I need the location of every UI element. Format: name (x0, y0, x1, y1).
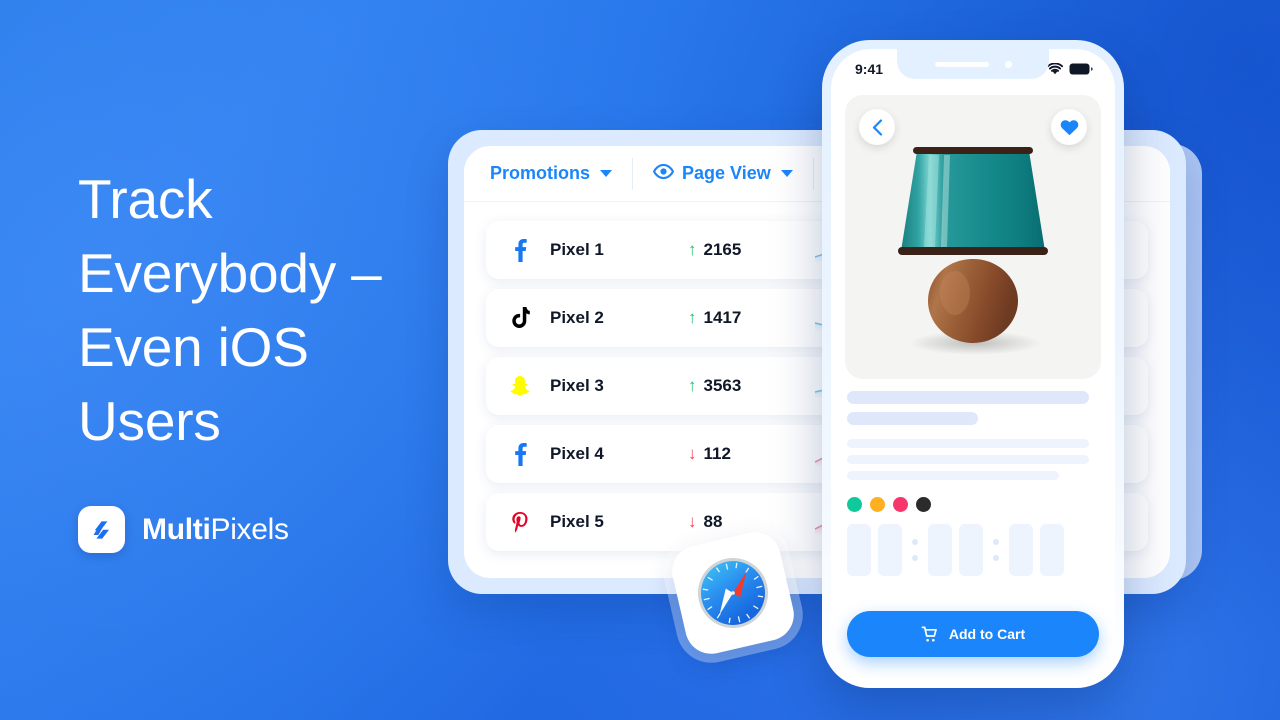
pixel-metric: ↑ 2165 (688, 240, 796, 260)
hero-section: Track Everybody – Even iOS Users (78, 162, 498, 458)
pixel-name: Pixel 3 (550, 376, 604, 395)
wifi-icon (1047, 63, 1063, 75)
brand-name-bold: Multi (142, 512, 211, 546)
multipixels-logo-icon (78, 506, 125, 553)
snapchat-icon (508, 375, 532, 397)
trend-up-icon: ↑ (688, 376, 697, 395)
favorite-button[interactable] (1051, 109, 1087, 145)
pixel-value: 112 (703, 444, 731, 463)
cart-icon (921, 626, 937, 641)
chevron-down-icon (780, 170, 793, 177)
teal-table-lamp-illustration (898, 147, 1048, 355)
toolbar-page-view-dropdown[interactable]: Page View (633, 157, 814, 190)
color-swatch-list (831, 487, 1115, 512)
front-camera-icon (1004, 60, 1012, 68)
skeleton-text-bar (847, 455, 1089, 464)
pixel-value: 88 (703, 512, 723, 531)
pixel-name: Pixel 5 (550, 512, 604, 531)
pixel-value: 3563 (703, 376, 742, 395)
chevron-down-icon (600, 170, 613, 177)
size-option[interactable] (959, 524, 983, 576)
back-button[interactable] (859, 109, 895, 145)
status-time: 9:41 (855, 61, 884, 77)
pixel-name: Pixel 1 (550, 240, 604, 259)
brand-name-light: Pixels (210, 512, 289, 546)
eye-icon (653, 163, 675, 184)
phone-mockup: 9:41 Add to Cart (822, 40, 1124, 688)
trend-down-icon: ↓ (688, 512, 697, 531)
product-details-skeleton (831, 379, 1115, 480)
pinterest-icon (508, 511, 532, 533)
brand-name: MultiPixels (142, 513, 289, 547)
option-separator-dots (909, 539, 921, 561)
pixel-name: Pixel 4 (550, 444, 604, 463)
facebook-icon (508, 442, 532, 466)
trend-up-icon: ↑ (688, 240, 697, 259)
pixel-value: 1417 (703, 308, 742, 327)
toolbar-promotions-label: Promotions (490, 163, 591, 183)
pixel-metric: ↑ 1417 (688, 308, 796, 328)
size-option[interactable] (928, 524, 952, 576)
tiktok-icon (508, 306, 532, 330)
size-option[interactable] (847, 524, 871, 576)
pixel-name: Pixel 2 (550, 308, 604, 327)
product-image (845, 95, 1101, 379)
size-option-list (831, 512, 1115, 576)
color-swatch-black[interactable] (916, 497, 931, 512)
heart-icon (1060, 119, 1078, 135)
size-option[interactable] (1009, 524, 1033, 576)
skeleton-text-bar (847, 439, 1089, 448)
phone-notch (897, 49, 1049, 79)
toolbar-promotions-dropdown[interactable]: Promotions (490, 157, 634, 190)
add-to-cart-button[interactable]: Add to Cart (847, 611, 1099, 657)
skeleton-title-bar (847, 391, 1089, 404)
phone-screen: 9:41 Add to Cart (831, 49, 1115, 679)
toolbar-page-view-label: Page View (682, 163, 771, 183)
color-swatch-pink[interactable] (893, 497, 908, 512)
add-to-cart-label: Add to Cart (948, 626, 1026, 642)
chevron-left-icon (872, 118, 882, 136)
facebook-icon (508, 238, 532, 262)
trend-down-icon: ↓ (688, 444, 697, 463)
battery-icon (1069, 63, 1093, 75)
color-swatch-orange[interactable] (870, 497, 885, 512)
option-separator-dots (990, 539, 1002, 561)
earpiece-speaker (934, 61, 989, 67)
size-option[interactable] (878, 524, 902, 576)
page-title: Track Everybody – Even iOS Users (78, 168, 382, 452)
pixel-metric: ↓ 88 (688, 512, 796, 532)
safari-compass-icon (698, 557, 768, 628)
pixel-metric: ↓ 112 (688, 444, 796, 464)
skeleton-subtitle-bar (847, 412, 979, 425)
pixel-metric: ↑ 3563 (688, 376, 796, 396)
size-option[interactable] (1040, 524, 1064, 576)
brand-logo: MultiPixels (78, 506, 289, 553)
color-swatch-teal[interactable] (847, 497, 862, 512)
pixel-value: 2165 (703, 240, 742, 259)
trend-up-icon: ↑ (688, 308, 697, 327)
skeleton-text-bar (847, 471, 1059, 480)
